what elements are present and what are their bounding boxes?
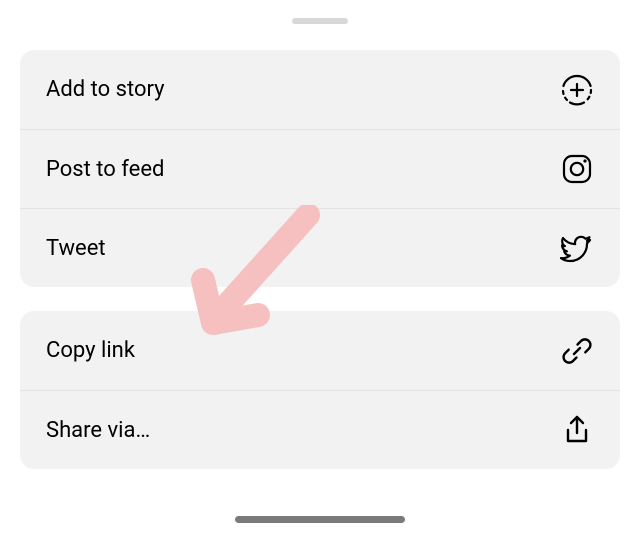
menu-group-secondary: Copy link Share via… bbox=[20, 311, 620, 469]
drag-handle[interactable] bbox=[292, 18, 348, 24]
menu-item-add-to-story[interactable]: Add to story bbox=[20, 50, 620, 129]
twitter-icon bbox=[560, 231, 594, 265]
menu-label: Copy link bbox=[46, 338, 135, 363]
menu-label: Post to feed bbox=[46, 157, 164, 182]
menu-item-post-to-feed[interactable]: Post to feed bbox=[20, 129, 620, 208]
menu-label: Add to story bbox=[46, 77, 165, 102]
menu-item-share-via[interactable]: Share via… bbox=[20, 390, 620, 469]
menu-group-primary: Add to story Post to feed bbox=[20, 50, 620, 287]
share-sheet: Add to story Post to feed bbox=[0, 0, 640, 537]
menu-label: Tweet bbox=[46, 236, 106, 261]
menu-label: Share via… bbox=[46, 418, 150, 443]
home-indicator[interactable] bbox=[235, 516, 405, 523]
menu-item-tweet[interactable]: Tweet bbox=[20, 208, 620, 287]
menu-item-copy-link[interactable]: Copy link bbox=[20, 311, 620, 390]
instagram-icon bbox=[560, 152, 594, 186]
add-story-icon bbox=[560, 73, 594, 107]
link-icon bbox=[560, 334, 594, 368]
share-icon bbox=[560, 413, 594, 447]
